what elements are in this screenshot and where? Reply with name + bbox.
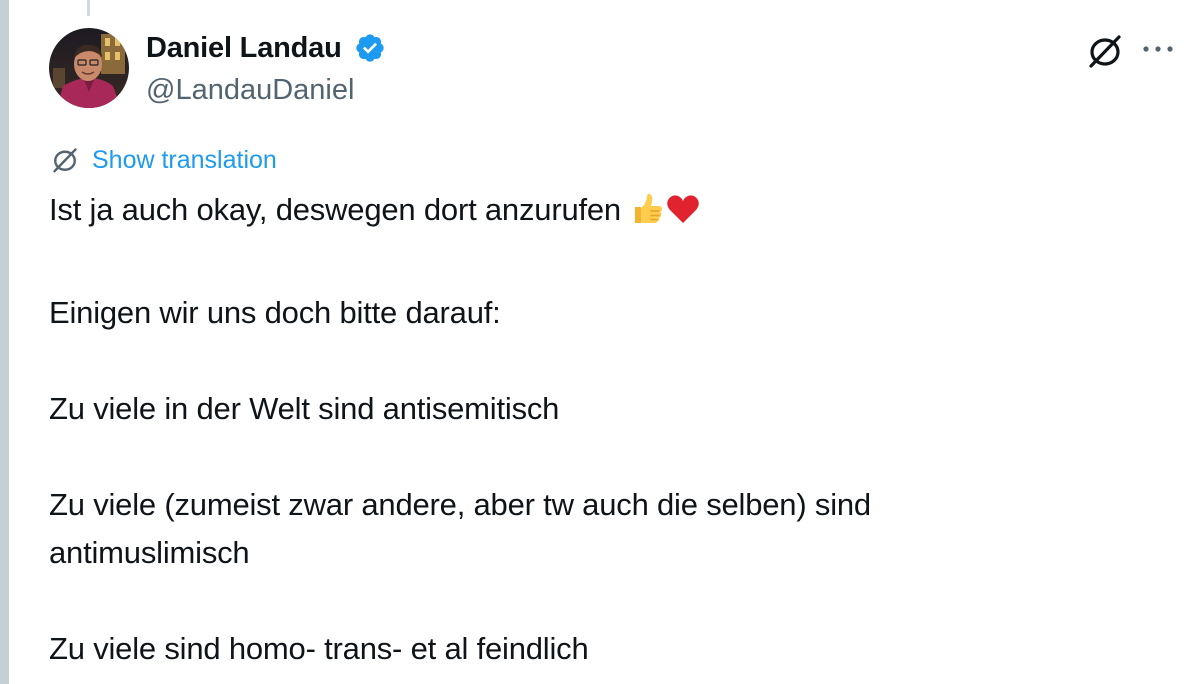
- thumbs-up-emoji: [629, 191, 665, 241]
- tweet-text: Ist ja auch okay, deswegen dort anzurufe…: [49, 186, 1149, 673]
- tweet-paragraph: Ist ja auch okay, deswegen dort anzurufe…: [49, 186, 1149, 241]
- tweet-paragraph: Einigen wir uns doch bitte darauf:: [49, 295, 501, 330]
- tweet-text-line: Ist ja auch okay, deswegen dort anzurufe…: [49, 192, 621, 227]
- tweet-paragraph: Zu viele (zumeist zwar andere, aber tw a…: [49, 481, 1149, 577]
- left-edge-border: [0, 0, 9, 684]
- red-heart-emoji: [665, 191, 701, 241]
- grok-icon[interactable]: [1085, 31, 1125, 71]
- avatar[interactable]: [49, 28, 129, 108]
- thread-connector-line: [87, 0, 90, 16]
- author-handle[interactable]: @LandauDaniel: [146, 72, 354, 108]
- verified-badge-icon: [354, 32, 386, 64]
- show-translation-button[interactable]: Show translation: [50, 145, 277, 175]
- more-options-icon[interactable]: [1140, 42, 1176, 56]
- tweet-text-line: Zu viele (zumeist zwar andere, aber tw a…: [49, 487, 871, 522]
- tweet-text-line: antimuslimisch: [49, 535, 250, 570]
- tweet-paragraph: Zu viele sind homo- trans- et al feindli…: [49, 631, 589, 666]
- translate-icon: [50, 145, 80, 175]
- tweet-card: Daniel Landau @LandauDaniel Show transla…: [0, 0, 1200, 684]
- author-name[interactable]: Daniel Landau: [146, 30, 342, 66]
- show-translation-link[interactable]: Show translation: [92, 145, 277, 175]
- tweet-paragraph: Zu viele in der Welt sind antisemitisch: [49, 391, 560, 426]
